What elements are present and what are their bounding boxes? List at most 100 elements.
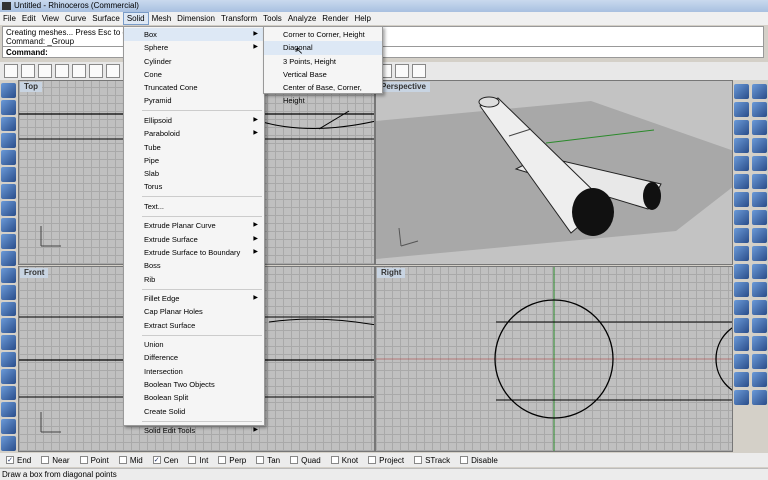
osnap-disable[interactable]: Disable: [460, 456, 498, 465]
osnap-checkbox[interactable]: [188, 456, 197, 464]
right-tool-icon[interactable]: [752, 228, 767, 243]
menu-item-boolean-split[interactable]: Boolean Split: [124, 391, 264, 404]
osnap-checkbox[interactable]: [290, 456, 299, 464]
submenu-item-3-points-height[interactable]: 3 Points, Height: [264, 55, 382, 68]
menu-view[interactable]: View: [39, 12, 62, 25]
menu-item-ellipsoid[interactable]: Ellipsoid ▶: [124, 114, 264, 127]
left-tool-icon[interactable]: [1, 301, 16, 317]
osnap-checkbox[interactable]: [414, 456, 423, 464]
right-tool-icon[interactable]: [752, 156, 767, 171]
open-icon[interactable]: [21, 64, 35, 78]
osnap-perp[interactable]: Perp: [218, 456, 246, 465]
viewport-label-perspective[interactable]: Perspective: [377, 82, 430, 92]
left-tool-icon[interactable]: [1, 83, 16, 98]
viewport-right[interactable]: Right: [375, 266, 733, 452]
menu-item-cone[interactable]: Cone: [124, 68, 264, 81]
submenu-item-diagonal[interactable]: Diagonal: [264, 41, 382, 55]
menu-item-torus[interactable]: Torus: [124, 180, 264, 193]
osnap-checkbox[interactable]: ✓: [152, 456, 161, 464]
new-icon[interactable]: [4, 64, 18, 78]
left-tool-icon[interactable]: [1, 99, 16, 115]
left-tool-icon[interactable]: [1, 335, 16, 350]
submenu-item-corner-to-corner-height[interactable]: Corner to Corner, Height: [264, 28, 382, 41]
right-tool-icon[interactable]: [752, 192, 767, 207]
command-input[interactable]: Command:: [3, 46, 763, 58]
osnap-strack[interactable]: STrack: [414, 456, 450, 465]
right-tool-icon[interactable]: [734, 372, 749, 387]
left-tool-icon[interactable]: [1, 284, 16, 300]
right-tool-icon[interactable]: [752, 318, 767, 333]
menu-item-paraboloid[interactable]: Paraboloid ▶: [124, 127, 264, 140]
copy-icon[interactable]: [106, 64, 120, 78]
import-icon[interactable]: [72, 64, 86, 78]
menu-item-pyramid[interactable]: Pyramid: [124, 94, 264, 107]
osnap-end[interactable]: ✓ End: [6, 456, 31, 465]
right-tool-icon[interactable]: [752, 120, 767, 135]
menu-item-sphere[interactable]: Sphere ▶: [124, 41, 264, 54]
menu-transform[interactable]: Transform: [218, 12, 260, 25]
menu-item-fillet-edge[interactable]: Fillet Edge ▶: [124, 292, 264, 305]
help-icon[interactable]: [412, 64, 426, 78]
menu-item-extrude-surface-to-boundary[interactable]: Extrude Surface to Boundary ▶: [124, 246, 264, 259]
osnap-checkbox[interactable]: [368, 456, 377, 464]
left-tool-icon[interactable]: [1, 234, 16, 250]
cut-icon[interactable]: [89, 64, 103, 78]
menu-file[interactable]: File: [0, 12, 19, 25]
right-tool-icon[interactable]: [752, 174, 767, 189]
osnap-checkbox[interactable]: [460, 456, 469, 464]
osnap-checkbox[interactable]: ✓: [6, 456, 14, 464]
osnap-checkbox[interactable]: [218, 456, 227, 464]
menu-item-tube[interactable]: Tube: [124, 141, 264, 154]
right-tool-icon[interactable]: [734, 354, 749, 369]
menu-item-intersection[interactable]: Intersection: [124, 365, 264, 378]
right-tool-icon[interactable]: [734, 228, 749, 243]
menu-item-solid-edit-tools[interactable]: Solid Edit Tools ▶: [124, 424, 264, 437]
viewport-label-top[interactable]: Top: [20, 82, 43, 92]
right-tool-icon[interactable]: [734, 138, 749, 153]
menu-surface[interactable]: Surface: [89, 12, 123, 25]
left-tool-icon[interactable]: [1, 133, 16, 149]
right-tool-icon[interactable]: [734, 336, 749, 351]
osnap-checkbox[interactable]: [118, 456, 127, 464]
viewport-label-front[interactable]: Front: [20, 268, 49, 278]
menu-render[interactable]: Render: [319, 12, 351, 25]
left-tool-icon[interactable]: [1, 267, 16, 283]
right-tool-icon[interactable]: [734, 300, 749, 315]
osnap-mid[interactable]: Mid: [118, 456, 143, 465]
menu-item-create-solid[interactable]: Create Solid: [124, 405, 264, 418]
osnap-checkbox[interactable]: [79, 456, 88, 464]
left-tool-icon[interactable]: [1, 436, 16, 451]
right-tool-icon[interactable]: [752, 138, 767, 153]
right-tool-icon[interactable]: [752, 210, 767, 225]
right-tool-icon[interactable]: [734, 318, 749, 333]
right-tool-icon[interactable]: [734, 282, 749, 297]
right-tool-icon[interactable]: [734, 264, 749, 279]
submenu-item-center-of-base-corner-height[interactable]: Center of Base, Corner, Height: [264, 81, 382, 105]
menu-item-rib[interactable]: Rib: [124, 273, 264, 286]
submenu-item-vertical-base[interactable]: Vertical Base: [264, 68, 382, 81]
menu-item-extract-surface[interactable]: Extract Surface: [124, 319, 264, 332]
osnap-tan[interactable]: Tan: [256, 456, 280, 465]
right-tool-icon[interactable]: [752, 246, 767, 261]
osnap-int[interactable]: Int: [188, 456, 208, 465]
right-tool-icon[interactable]: [734, 120, 749, 135]
right-tool-icon[interactable]: [734, 210, 749, 225]
menu-item-cylinder[interactable]: Cylinder: [124, 55, 264, 68]
osnap-knot[interactable]: Knot: [330, 456, 358, 465]
menu-tools[interactable]: Tools: [260, 12, 285, 25]
menu-item-slab[interactable]: Slab: [124, 167, 264, 180]
menu-item-cap-planar-holes[interactable]: Cap Planar Holes: [124, 305, 264, 318]
right-tool-icon[interactable]: [752, 354, 767, 369]
osnap-checkbox[interactable]: [41, 456, 50, 464]
left-tool-icon[interactable]: [1, 251, 16, 266]
left-tool-icon[interactable]: [1, 419, 16, 435]
menu-item-extrude-planar-curve[interactable]: Extrude Planar Curve ▶: [124, 219, 264, 232]
menu-item-boss[interactable]: Boss: [124, 259, 264, 272]
right-tool-icon[interactable]: [734, 156, 749, 171]
right-tool-icon[interactable]: [752, 84, 767, 99]
left-tool-icon[interactable]: [1, 183, 16, 199]
planar-icon[interactable]: [395, 64, 409, 78]
osnap-checkbox[interactable]: [256, 456, 265, 464]
right-tool-icon[interactable]: [752, 282, 767, 297]
osnap-near[interactable]: Near: [41, 456, 70, 465]
